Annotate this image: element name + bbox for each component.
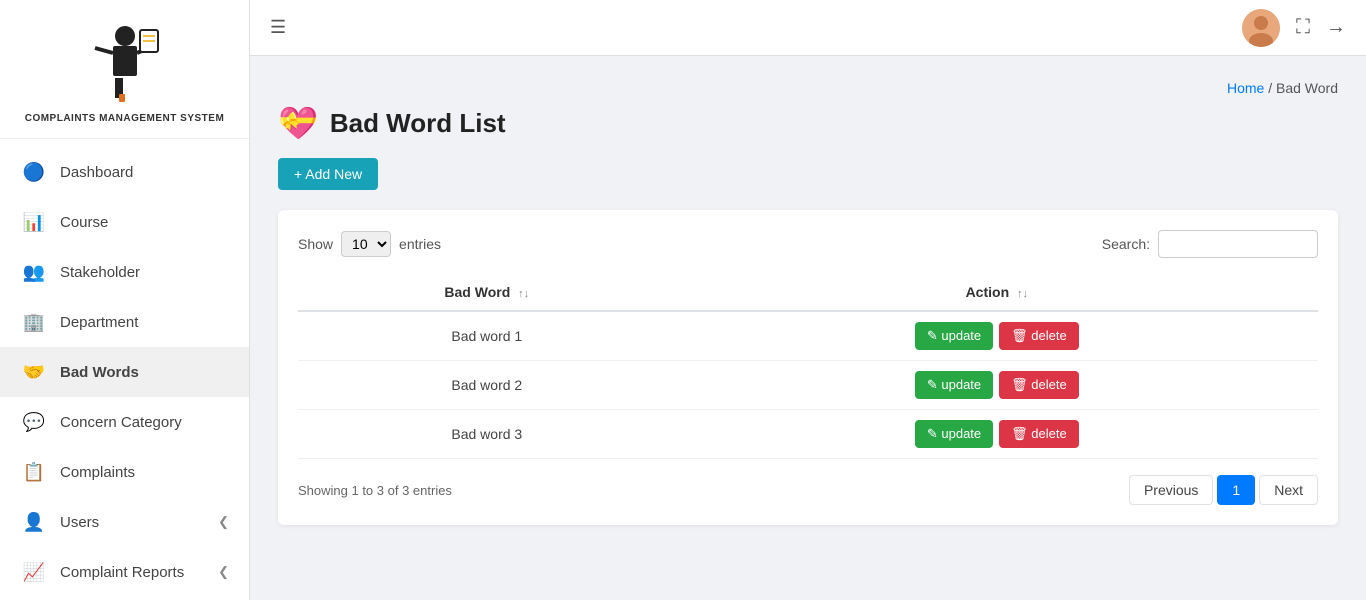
- hamburger-button[interactable]: ☰: [270, 17, 286, 38]
- table-head: Bad Word ↑↓ Action ↑↓: [298, 274, 1318, 311]
- search-input[interactable]: [1158, 230, 1318, 258]
- update-button[interactable]: ✎ update: [915, 322, 993, 350]
- sidebar-item-bad-words[interactable]: 🤝 Bad Words: [0, 347, 249, 397]
- avatar[interactable]: [1242, 9, 1280, 47]
- table-card: Show 10 25 50 entries Search:: [278, 210, 1338, 525]
- delete-button[interactable]: 🗑 delete: [999, 371, 1079, 399]
- users-arrow-icon: ❮: [218, 514, 229, 530]
- topbar-left: ☰: [270, 17, 286, 38]
- breadcrumb-separator: /: [1268, 80, 1276, 96]
- col-action: Action ↑↓: [676, 274, 1318, 311]
- previous-button[interactable]: Previous: [1129, 475, 1213, 505]
- logo-image: [85, 18, 165, 108]
- add-new-button[interactable]: + Add New: [278, 158, 378, 190]
- bad-words-icon: 🤝: [20, 358, 48, 386]
- avatar-image: [1242, 9, 1280, 47]
- col-bad-word: Bad Word ↑↓: [298, 274, 676, 311]
- content-area: Home / Bad Word 💝 Bad Word List + Add Ne…: [250, 56, 1366, 600]
- concern-category-icon: 💬: [20, 408, 48, 436]
- breadcrumb: Home / Bad Word: [278, 80, 1338, 96]
- dashboard-icon: 🔵: [20, 158, 48, 186]
- breadcrumb-home[interactable]: Home: [1227, 80, 1264, 96]
- sidebar-item-dashboard[interactable]: 🔵 Dashboard: [0, 147, 249, 197]
- update-button[interactable]: ✎ update: [915, 420, 993, 448]
- col-bad-word-label: Bad Word: [444, 284, 510, 300]
- sidebar-label-stakeholder: Stakeholder: [60, 264, 229, 281]
- topbar: ☰ ⛶ →: [250, 0, 1366, 56]
- sidebar-label-users: Users: [60, 514, 218, 531]
- delete-button[interactable]: 🗑 delete: [999, 322, 1079, 350]
- sidebar-item-users[interactable]: 👤 Users ❮: [0, 497, 249, 547]
- sidebar-item-department[interactable]: 🏢 Department: [0, 297, 249, 347]
- sidebar-item-complaint-reports[interactable]: 📈 Complaint Reports ❮: [0, 547, 249, 597]
- topbar-right: ⛶ →: [1242, 9, 1346, 47]
- sort-icon-action: ↑↓: [1017, 288, 1028, 300]
- next-button[interactable]: Next: [1259, 475, 1318, 505]
- search-box: Search:: [1102, 230, 1318, 258]
- sidebar-label-complaint-reports: Complaint Reports: [60, 564, 218, 581]
- complaints-icon: 📋: [20, 458, 48, 486]
- entries-label: entries: [399, 236, 441, 252]
- search-label: Search:: [1102, 236, 1150, 252]
- breadcrumb-current: Bad Word: [1276, 80, 1338, 96]
- showing-text: Showing 1 to 3 of 3 entries: [298, 483, 452, 498]
- sidebar-item-stakeholder[interactable]: 👥 Stakeholder: [0, 247, 249, 297]
- page-header-icon: 💝: [278, 104, 318, 142]
- update-button[interactable]: ✎ update: [915, 371, 993, 399]
- pagination: Previous 1 Next: [1129, 475, 1318, 505]
- sidebar-item-concern-category[interactable]: 💬 Concern Category: [0, 397, 249, 447]
- fullscreen-button[interactable]: ⛶: [1296, 16, 1310, 39]
- page-1-button[interactable]: 1: [1217, 475, 1255, 505]
- table-body: Bad word 1✎ update🗑 deleteBad word 2✎ up…: [298, 311, 1318, 459]
- sort-icon-bad-word[interactable]: ↑↓: [518, 288, 529, 300]
- table-row: Bad word 3✎ update🗑 delete: [298, 410, 1318, 459]
- table-controls: Show 10 25 50 entries Search:: [298, 230, 1318, 258]
- logout-button[interactable]: →: [1326, 16, 1346, 39]
- course-icon: 📊: [20, 208, 48, 236]
- sidebar-label-concern-category: Concern Category: [60, 414, 229, 431]
- table-cell-bad-word: Bad word 2: [298, 361, 676, 410]
- sidebar-logo: COMPLAINTS MANAGEMENT SYSTEM: [0, 0, 249, 139]
- col-action-label: Action: [966, 284, 1010, 300]
- logo-text: COMPLAINTS MANAGEMENT SYSTEM: [25, 112, 225, 126]
- stakeholder-icon: 👥: [20, 258, 48, 286]
- table-row: Bad word 2✎ update🗑 delete: [298, 361, 1318, 410]
- sidebar-label-course: Course: [60, 214, 229, 231]
- table-cell-bad-word: Bad word 3: [298, 410, 676, 459]
- sidebar-label-department: Department: [60, 314, 229, 331]
- sidebar-item-course[interactable]: 📊 Course: [0, 197, 249, 247]
- page-title: Bad Word List: [330, 108, 506, 139]
- complaint-reports-arrow-icon: ❮: [218, 564, 229, 580]
- main-area: ☰ ⛶ → Home / Bad Word 💝 Bad Word List: [250, 0, 1366, 600]
- table-cell-action: ✎ update🗑 delete: [676, 361, 1318, 410]
- sidebar-nav: 🔵 Dashboard 📊 Course 👥 Stakeholder 🏢 Dep…: [0, 139, 249, 600]
- sidebar: COMPLAINTS MANAGEMENT SYSTEM 🔵 Dashboard…: [0, 0, 250, 600]
- complaint-reports-icon: 📈: [20, 558, 48, 586]
- table-cell-action: ✎ update🗑 delete: [676, 311, 1318, 361]
- table-row: Bad word 1✎ update🗑 delete: [298, 311, 1318, 361]
- table-cell-bad-word: Bad word 1: [298, 311, 676, 361]
- table-footer: Showing 1 to 3 of 3 entries Previous 1 N…: [298, 475, 1318, 505]
- sidebar-item-complaints[interactable]: 📋 Complaints: [0, 447, 249, 497]
- sidebar-label-bad-words: Bad Words: [60, 364, 229, 381]
- show-entries: Show 10 25 50 entries: [298, 231, 441, 257]
- entries-select[interactable]: 10 25 50: [341, 231, 391, 257]
- sidebar-label-dashboard: Dashboard: [60, 164, 229, 181]
- sidebar-label-complaints: Complaints: [60, 464, 229, 481]
- department-icon: 🏢: [20, 308, 48, 336]
- users-icon: 👤: [20, 508, 48, 536]
- data-table: Bad Word ↑↓ Action ↑↓ Bad word 1✎ update…: [298, 274, 1318, 459]
- table-cell-action: ✎ update🗑 delete: [676, 410, 1318, 459]
- page-header: 💝 Bad Word List: [278, 104, 1338, 142]
- show-label: Show: [298, 236, 333, 252]
- delete-button[interactable]: 🗑 delete: [999, 420, 1079, 448]
